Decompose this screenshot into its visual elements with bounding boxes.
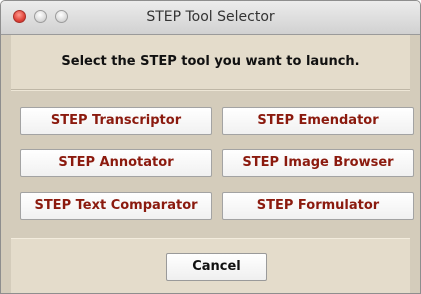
step-transcriptor-button[interactable]: STEP Transcriptor bbox=[20, 107, 212, 135]
window-title: STEP Tool Selector bbox=[146, 9, 275, 25]
prompt-text: Select the STEP tool you want to launch. bbox=[61, 54, 360, 69]
left-window-margin bbox=[1, 35, 11, 293]
step-formulator-button[interactable]: STEP Formulator bbox=[222, 192, 414, 220]
tool-buttons-panel: STEP Transcriptor STEP Emendator STEP An… bbox=[11, 90, 414, 239]
step-annotator-button[interactable]: STEP Annotator bbox=[20, 149, 212, 177]
step-image-browser-button[interactable]: STEP Image Browser bbox=[222, 149, 414, 177]
cancel-button[interactable]: Cancel bbox=[166, 253, 267, 281]
step-emendator-button[interactable]: STEP Emendator bbox=[222, 107, 414, 135]
tool-selector-window: STEP Tool Selector Select the STEP tool … bbox=[0, 0, 421, 294]
prompt-panel: Select the STEP tool you want to launch. bbox=[11, 35, 410, 90]
step-text-comparator-button[interactable]: STEP Text Comparator bbox=[20, 192, 212, 220]
footer-panel: Cancel bbox=[11, 238, 410, 293]
title-bar[interactable]: STEP Tool Selector bbox=[1, 1, 420, 35]
